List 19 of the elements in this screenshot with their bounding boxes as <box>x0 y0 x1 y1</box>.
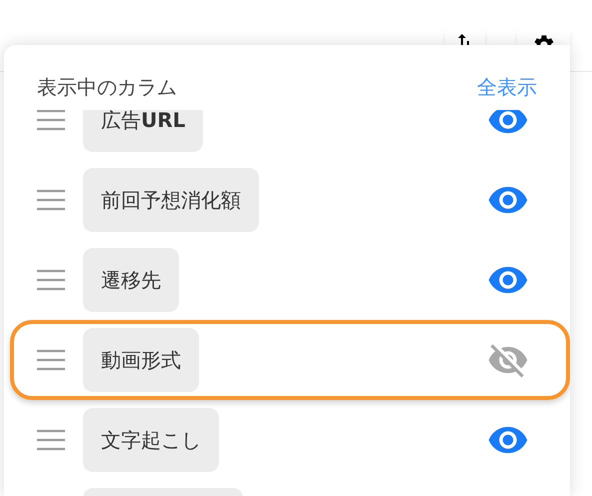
drag-handle-icon[interactable] <box>37 269 65 291</box>
drag-handle-icon[interactable] <box>37 189 65 211</box>
column-row[interactable]: 遷移先 <box>10 240 570 320</box>
sort-button[interactable] <box>445 25 485 45</box>
highlighted-row[interactable]: 動画形式 <box>10 320 570 400</box>
drag-handle-icon[interactable] <box>37 349 65 371</box>
settings-icon <box>532 33 556 45</box>
drag-handle-icon[interactable] <box>37 429 65 451</box>
column-chip: 動画形式 <box>83 328 199 392</box>
column-chip: 文字起こし <box>83 408 219 472</box>
settings-button[interactable] <box>517 25 570 45</box>
panel-title: 表示中のカラム <box>37 74 177 101</box>
column-row[interactable]: 文字起こし <box>10 400 570 480</box>
column-chip: 前回予想消化額 <box>83 168 259 232</box>
column-row[interactable]: 広告URL <box>10 110 570 160</box>
column-row[interactable]: 前回予想消化額 <box>10 160 570 240</box>
column-chip: 広告URL <box>83 110 204 152</box>
drag-handle-icon[interactable] <box>37 110 65 131</box>
column-chip: 遷移先 <box>83 248 179 312</box>
